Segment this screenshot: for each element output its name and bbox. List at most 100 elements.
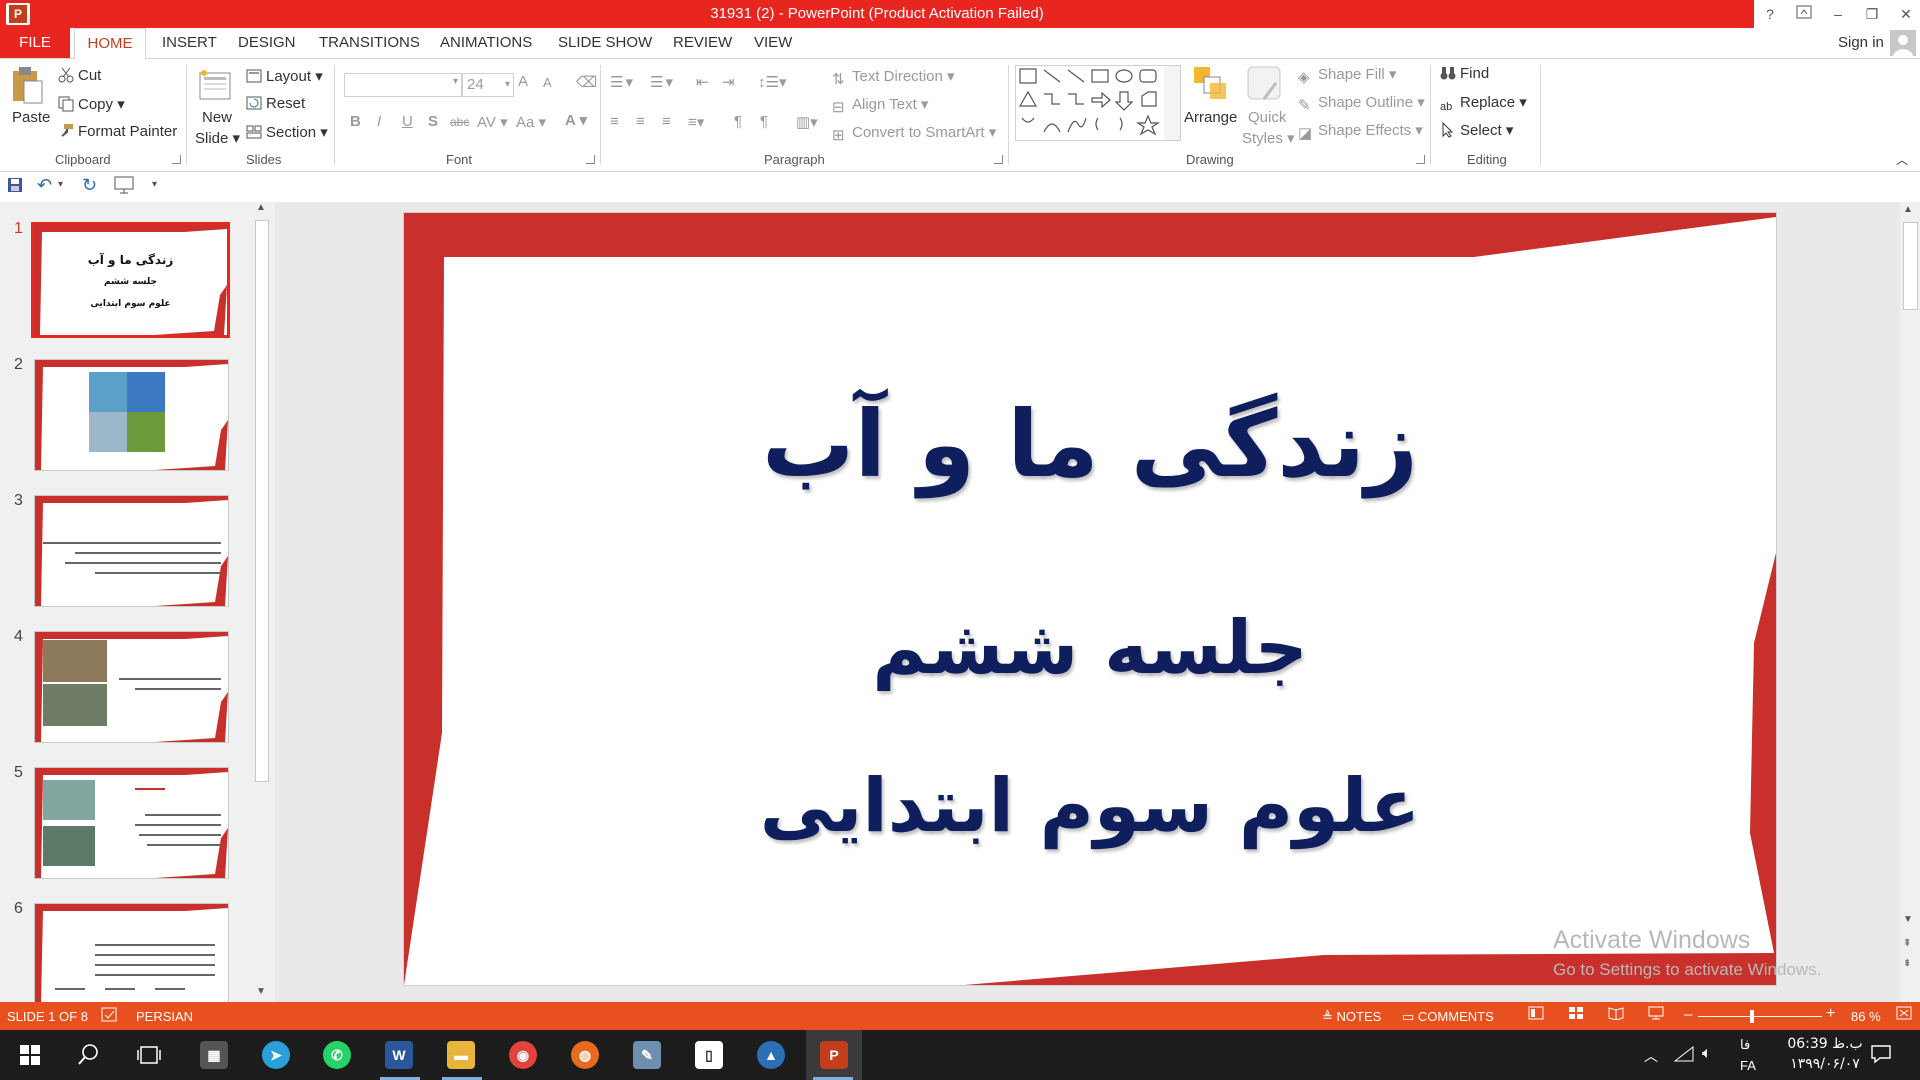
layout-button[interactable]: Layout ▾ [246, 67, 323, 85]
save-icon[interactable] [7, 177, 23, 197]
font-name-input[interactable]: ▾ [344, 73, 462, 97]
clear-formatting-icon[interactable]: ⌫ [576, 73, 597, 91]
keyboard-language-persian[interactable]: فا [1740, 1038, 1750, 1053]
chrome-icon[interactable]: ◉ [509, 1041, 537, 1069]
slide-canvas[interactable]: زندگی ما و آب جلسه ششم علوم سوم ابتدایی [403, 212, 1777, 986]
thumbnail-scrollbar[interactable]: ▲ ▼ [252, 202, 270, 1002]
undo-dropdown-icon[interactable]: ▾ [58, 179, 63, 190]
shape-effects-button[interactable]: ◪ Shape Effects ▾ [1298, 121, 1423, 142]
arrange-icon[interactable] [1192, 65, 1228, 101]
font-color-button[interactable]: A ▾ [565, 111, 587, 129]
zoom-out-button[interactable]: – [1684, 1006, 1692, 1023]
sign-in-link[interactable]: Sign in [1838, 34, 1884, 51]
notifications-icon[interactable] [1870, 1044, 1892, 1068]
slide-show-icon[interactable] [1648, 1006, 1664, 1023]
clock-date[interactable]: ۱۳۹۹/۰۶/۰۷ [1770, 1056, 1880, 1072]
cut-button[interactable]: Cut [58, 67, 101, 84]
strikethrough-button[interactable]: abc [450, 115, 469, 129]
word-icon[interactable]: W [385, 1041, 413, 1069]
zoom-slider-thumb[interactable] [1750, 1010, 1754, 1023]
restore-button[interactable]: ❐ [1860, 3, 1884, 25]
slide-scrollbar[interactable]: ▲ ▼ ⇞ ⇟ [1900, 202, 1920, 1002]
character-spacing-button[interactable]: AV ▾ [477, 113, 508, 131]
scroll-down-icon[interactable]: ▼ [254, 986, 268, 1002]
quick-styles-button[interactable]: Quick [1248, 109, 1286, 126]
format-painter-button[interactable]: Format Painter [58, 123, 177, 140]
search-icon[interactable] [78, 1043, 100, 1069]
rtl-direction-icon[interactable]: ¶ [760, 113, 768, 130]
quick-styles-button-line2[interactable]: Styles ▾ [1242, 129, 1295, 147]
telegram-icon[interactable]: ➤ [262, 1041, 290, 1069]
arrange-button[interactable]: Arrange [1184, 109, 1237, 126]
underline-button[interactable]: U [402, 113, 413, 130]
paint-icon[interactable]: ✎ [633, 1041, 661, 1069]
redo-icon[interactable]: ↻ [82, 175, 97, 196]
select-button[interactable]: Select ▾ [1440, 121, 1513, 139]
slide-title[interactable]: زندگی ما و آب [404, 391, 1776, 498]
next-slide-icon[interactable]: ⇟ [1903, 958, 1911, 969]
slide-subtitle[interactable]: جلسه ششم [404, 605, 1776, 691]
minimize-button[interactable]: – [1826, 3, 1850, 25]
text-direction-button[interactable]: ⇅ Text Direction ▾ [832, 67, 955, 88]
reset-button[interactable]: Reset [246, 95, 305, 112]
close-button[interactable]: ✕ [1894, 3, 1918, 25]
slide-thumbnail-5[interactable] [34, 767, 229, 879]
font-size-input[interactable]: 24 ▾ [462, 73, 514, 97]
clipboard-launcher-icon[interactable] [172, 155, 181, 164]
tab-transitions[interactable]: TRANSITIONS [319, 34, 420, 51]
volume-icon[interactable]: 🔈︎ [1702, 1045, 1712, 1063]
paste-button[interactable]: Paste [12, 109, 50, 126]
slide-thumbnail-1[interactable]: زندگی ما و آب جلسه ششم علوم سوم ابتدایی [31, 222, 230, 338]
previous-slide-icon[interactable]: ⇞ [1903, 938, 1911, 949]
shapes-gallery[interactable] [1015, 65, 1181, 141]
windows-start-icon[interactable] [20, 1045, 40, 1069]
increase-indent-icon[interactable]: ⇥ [722, 73, 735, 91]
tab-animations[interactable]: ANIMATIONS [440, 34, 532, 51]
align-right-icon[interactable]: ≡ [662, 113, 671, 130]
line-spacing-icon[interactable]: ↕☰▾ [758, 73, 786, 91]
slide-thumbnail-6[interactable] [34, 903, 229, 1004]
replace-button[interactable]: ab Replace ▾ [1440, 93, 1527, 117]
shape-outline-button[interactable]: ✎ Shape Outline ▾ [1298, 93, 1425, 114]
thumbnail-scroll-thumb[interactable] [255, 220, 269, 782]
fit-slide-icon[interactable] [1896, 1006, 1912, 1023]
notes-button[interactable]: ≜ NOTES [1322, 1009, 1381, 1025]
firefox-icon[interactable]: ◍ [571, 1041, 599, 1069]
scroll-up-icon[interactable]: ▲ [254, 202, 268, 218]
quick-styles-icon[interactable] [1246, 65, 1284, 103]
spell-check-icon[interactable] [101, 1007, 119, 1026]
slide-scroll-thumb[interactable] [1903, 222, 1918, 310]
shape-fill-button[interactable]: ◈ Shape Fill ▾ [1298, 65, 1396, 86]
grow-font-button[interactable]: A [518, 73, 528, 90]
normal-view-icon[interactable] [1528, 1006, 1544, 1023]
start-from-beginning-icon[interactable] [114, 176, 134, 198]
section-button[interactable]: Section ▾ [246, 123, 328, 141]
decrease-indent-icon[interactable]: ⇤ [696, 73, 709, 91]
clock-time[interactable]: 06:39 ب.ظ [1770, 1036, 1880, 1052]
scroll-up-icon[interactable]: ▲ [1903, 204, 1913, 215]
find-button[interactable]: Find [1440, 65, 1489, 82]
paragraph-launcher-icon[interactable] [994, 155, 1003, 164]
tab-home[interactable]: HOME [74, 28, 146, 61]
ltr-direction-icon[interactable]: ¶ [734, 113, 742, 130]
user-avatar-icon[interactable] [1890, 30, 1916, 56]
numbering-icon[interactable]: ☰▾ [650, 73, 675, 91]
text-shadow-button[interactable]: S [428, 113, 438, 130]
slide-thumbnail-4[interactable] [34, 631, 229, 743]
align-center-icon[interactable]: ≡ [636, 113, 645, 130]
align-text-button[interactable]: ⊟ Align Text ▾ [832, 95, 928, 116]
ribbon-display-options-icon[interactable] [1792, 3, 1816, 25]
whatsapp-icon[interactable]: ✆ [323, 1041, 351, 1069]
language-indicator[interactable]: PERSIAN [136, 1009, 193, 1024]
font-launcher-icon[interactable] [586, 155, 595, 164]
keyboard-language-code[interactable]: FA [1740, 1058, 1756, 1073]
tab-insert[interactable]: INSERT [162, 34, 217, 51]
drawing-launcher-icon[interactable] [1416, 155, 1425, 164]
copy-button[interactable]: Copy ▾ [58, 95, 125, 113]
help-button[interactable]: ? [1758, 3, 1782, 25]
customize-qat-icon[interactable]: ▾ [152, 179, 157, 190]
task-view-icon[interactable] [137, 1044, 161, 1070]
change-case-button[interactable]: Aa ▾ [516, 113, 546, 131]
tab-file[interactable]: FILE [0, 28, 70, 58]
align-left-icon[interactable]: ≡ [610, 113, 619, 130]
